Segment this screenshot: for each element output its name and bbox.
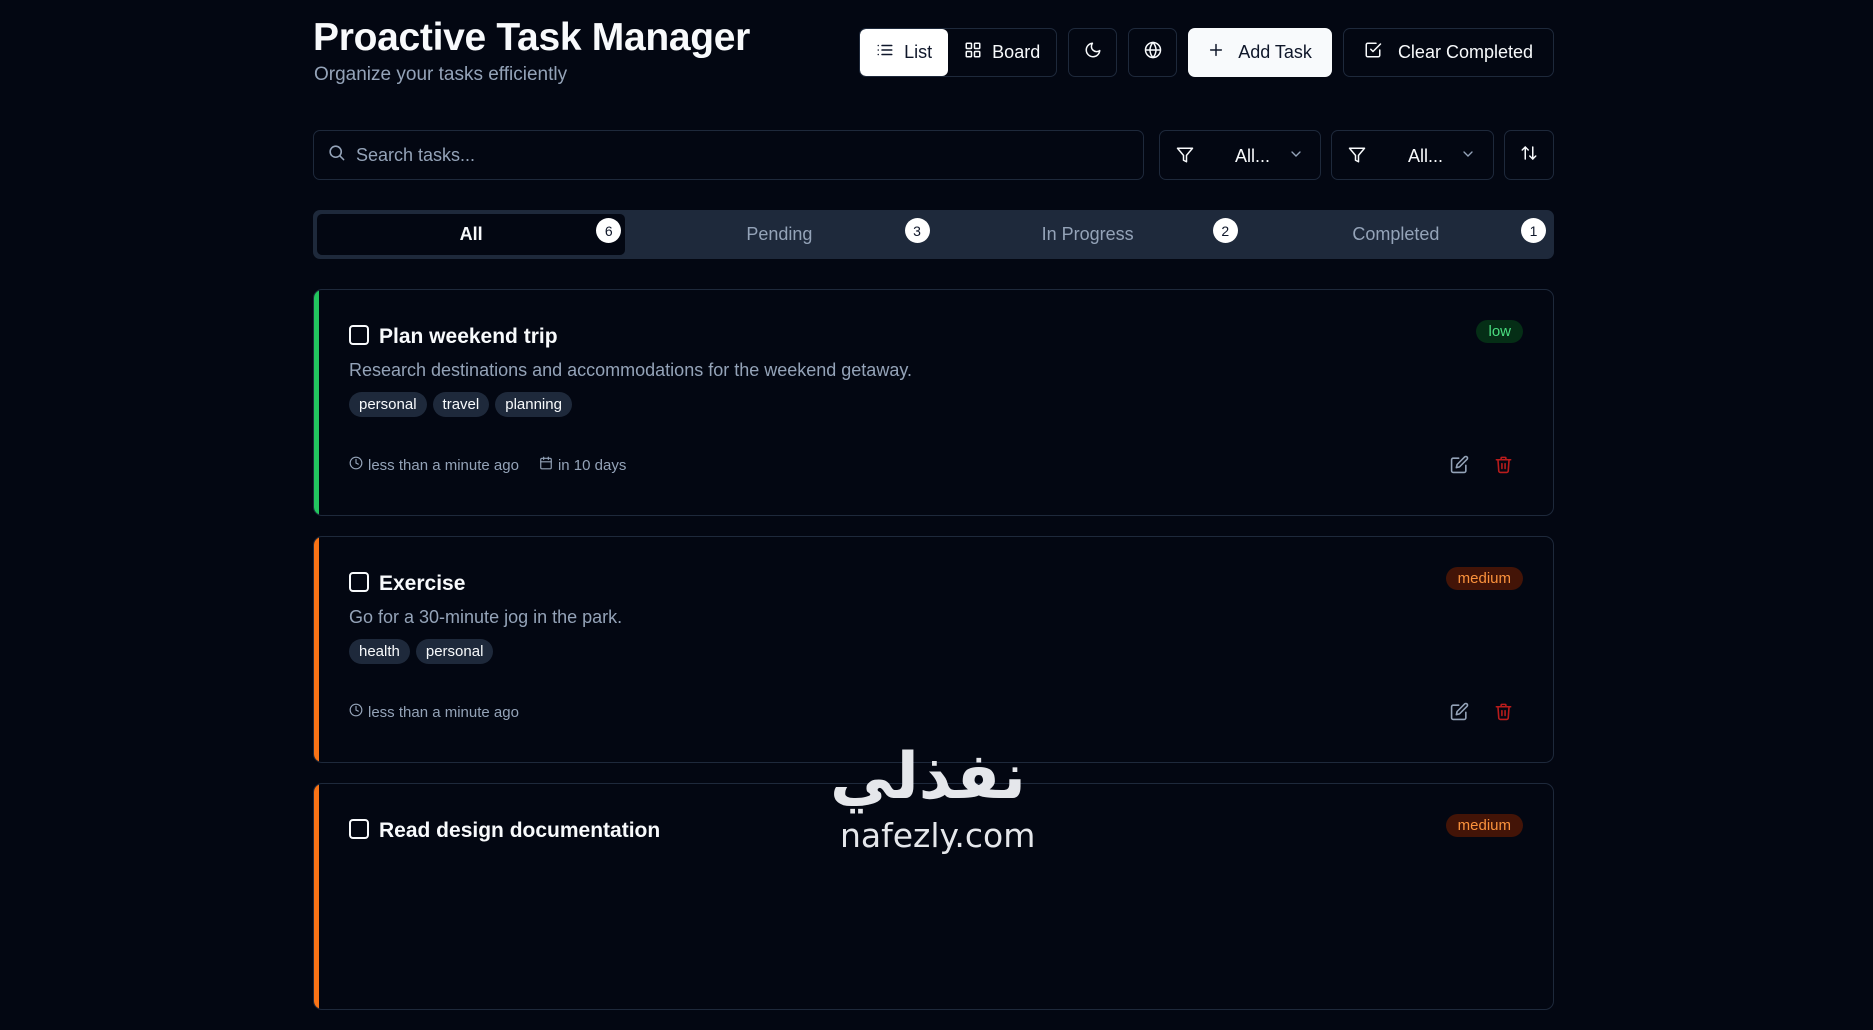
watermark-logo: نفذلي nafezly.com xyxy=(830,740,1050,857)
task-checkbox[interactable] xyxy=(349,325,369,345)
task-title: Read design documentation xyxy=(379,819,661,842)
check-square-icon xyxy=(1364,41,1382,64)
task-checkbox[interactable] xyxy=(349,819,369,839)
priority-filter-select[interactable]: All... xyxy=(1331,130,1494,180)
status-filter-value: All... xyxy=(1235,146,1271,166)
tab-pending[interactable]: Pending 3 xyxy=(625,214,933,255)
task-meta: less than a minute ago xyxy=(349,703,519,721)
search-row: Search tasks... All... All... xyxy=(313,130,1554,180)
priority-badge: low xyxy=(1476,320,1523,343)
task-description: Go for a 30-minute jog in the park. xyxy=(349,607,623,627)
edit-icon[interactable] xyxy=(1450,455,1469,479)
clock-icon xyxy=(349,703,363,721)
task-checkbox[interactable] xyxy=(349,572,369,592)
tab-label: In Progress xyxy=(1041,224,1134,244)
priority-accent-bar xyxy=(314,537,319,762)
board-view-button[interactable]: Board xyxy=(948,29,1056,76)
priority-badge: medium xyxy=(1445,814,1523,837)
view-toggle: List Board xyxy=(859,28,1058,77)
task-tag: planning xyxy=(495,392,572,417)
tab-label: Pending xyxy=(746,224,813,244)
plus-icon xyxy=(1208,42,1224,63)
tab-count-badge: 3 xyxy=(904,218,930,243)
language-button[interactable] xyxy=(1128,28,1178,77)
task-tags: health personal xyxy=(349,639,494,664)
tab-label: All xyxy=(459,224,483,244)
task-title: Exercise xyxy=(379,572,466,595)
grid-icon xyxy=(964,41,982,64)
tab-count-badge: 6 xyxy=(596,218,622,243)
task-meta: less than a minute ago in 10 days xyxy=(349,456,626,474)
theme-toggle-button[interactable] xyxy=(1068,28,1118,77)
sort-button[interactable] xyxy=(1504,130,1554,180)
search-icon xyxy=(327,143,346,167)
app-header: Proactive Task Manager Organize your tas… xyxy=(313,0,1554,110)
search-input[interactable]: Search tasks... xyxy=(313,130,1144,180)
due-date: in 10 days xyxy=(539,456,626,474)
task-title: Plan weekend trip xyxy=(379,325,558,348)
priority-accent-bar xyxy=(314,784,319,1009)
tab-completed[interactable]: Completed 1 xyxy=(1242,214,1550,255)
task-card: Plan weekend trip low Research destinati… xyxy=(313,289,1554,516)
clear-completed-label: Clear Completed xyxy=(1397,42,1533,62)
filter-icon xyxy=(1348,146,1366,169)
status-tabs: All 6 Pending 3 In Progress 2 Completed … xyxy=(313,210,1554,259)
tab-label: Completed xyxy=(1352,224,1440,244)
status-filter-select[interactable]: All... xyxy=(1159,130,1321,180)
task-tags: personal travel planning xyxy=(349,392,572,417)
page-subtitle: Organize your tasks efficiently xyxy=(314,64,568,85)
task-tag: personal xyxy=(349,392,427,417)
filter-icon xyxy=(1176,146,1194,169)
tab-in-progress[interactable]: In Progress 2 xyxy=(934,214,1242,255)
watermark-latin-text: nafezly.com xyxy=(840,816,1036,855)
globe-icon xyxy=(1144,41,1162,64)
tab-count-badge: 2 xyxy=(1212,218,1238,243)
board-view-label: Board xyxy=(992,42,1041,62)
priority-filter-value: All... xyxy=(1408,146,1444,166)
created-time-text: less than a minute ago xyxy=(368,456,519,474)
priority-badge: medium xyxy=(1445,567,1523,590)
task-tag: travel xyxy=(432,392,490,417)
task-actions xyxy=(1450,455,1513,479)
task-list: Plan weekend trip low Research destinati… xyxy=(313,289,1554,1030)
add-task-button[interactable]: Add Task xyxy=(1188,28,1332,77)
tab-all[interactable]: All 6 xyxy=(317,214,626,255)
created-time: less than a minute ago xyxy=(349,703,519,721)
search-placeholder: Search tasks... xyxy=(356,144,476,165)
clock-icon xyxy=(349,456,363,474)
page-title: Proactive Task Manager xyxy=(313,16,751,59)
list-view-button[interactable]: List xyxy=(860,29,949,76)
watermark-arabic-text: نفذلي xyxy=(830,740,1028,814)
trash-icon[interactable] xyxy=(1494,455,1513,479)
priority-accent-bar xyxy=(314,290,319,515)
task-card: Exercise medium Go for a 30-minute jog i… xyxy=(313,536,1554,763)
app-container: Proactive Task Manager Organize your tas… xyxy=(313,0,1554,1010)
task-actions xyxy=(1450,702,1513,726)
trash-icon[interactable] xyxy=(1494,702,1513,726)
task-tag: personal xyxy=(415,639,494,664)
list-view-label: List xyxy=(904,42,933,62)
due-date-text: in 10 days xyxy=(557,456,627,474)
moon-icon xyxy=(1084,41,1102,64)
calendar-icon xyxy=(539,456,553,474)
clear-completed-button[interactable]: Clear Completed xyxy=(1342,28,1554,77)
created-time-text: less than a minute ago xyxy=(368,703,519,721)
chevron-down-icon xyxy=(1460,146,1476,167)
tab-count-badge: 1 xyxy=(1521,218,1546,243)
chevron-down-icon xyxy=(1288,146,1304,167)
task-description: Research destinations and accommodations… xyxy=(349,360,912,380)
sort-arrows-icon xyxy=(1520,144,1538,167)
add-task-label: Add Task xyxy=(1238,42,1312,62)
task-tag: health xyxy=(349,639,410,664)
edit-icon[interactable] xyxy=(1450,702,1469,726)
list-icon xyxy=(876,41,894,64)
created-time: less than a minute ago xyxy=(349,456,519,474)
toolbar: List Board Add Task Clear Completed xyxy=(859,28,1554,77)
